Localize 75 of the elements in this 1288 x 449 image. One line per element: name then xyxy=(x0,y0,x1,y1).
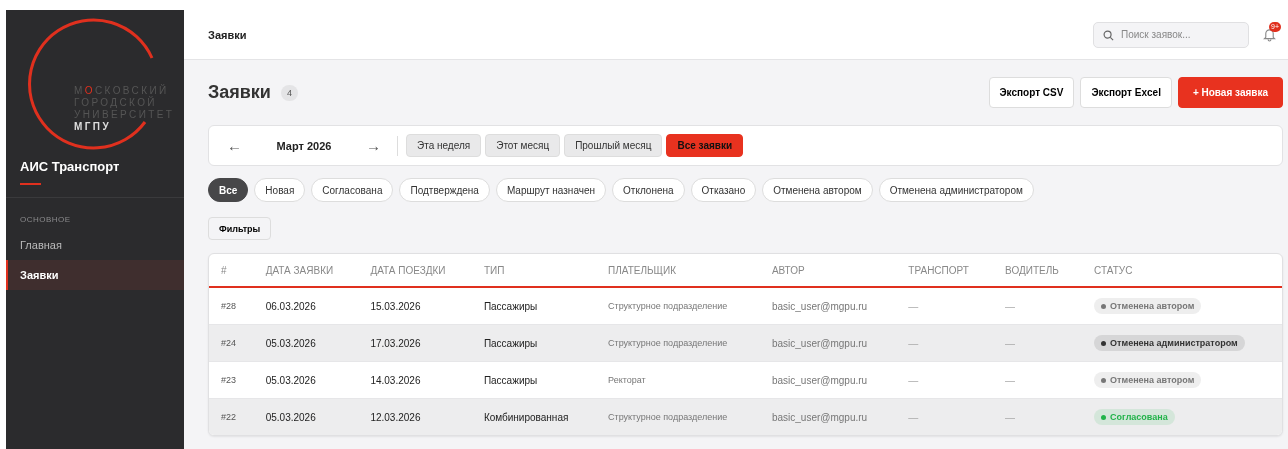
logo-text: МГПУ xyxy=(74,121,112,133)
table-cell: 05.03.2026 xyxy=(265,411,316,423)
status-badge: Отменена автором xyxy=(1094,372,1202,388)
next-button[interactable]: → xyxy=(358,137,389,154)
status-filter-chip[interactable]: Новая xyxy=(254,178,306,202)
table-cell: Пассажиры xyxy=(483,374,538,386)
export-button[interactable]: Экспорт CSV xyxy=(988,77,1075,108)
table-cell: #22 xyxy=(221,412,237,422)
status-filter-chip[interactable]: Согласована xyxy=(311,178,394,202)
table-cell: — xyxy=(908,300,919,312)
table-cell: Пассажиры xyxy=(483,300,538,312)
table-cell: #23 xyxy=(221,375,237,385)
table-cell: Комбинированная xyxy=(483,411,569,423)
table-cell: basic_user@mgpu.ru xyxy=(771,337,868,349)
column-header: ДАТА ПОЕЗДКИ xyxy=(358,254,472,287)
table-cell: Ректорат xyxy=(608,375,646,385)
column-header: ДАТА ЗАЯВКИ xyxy=(253,254,359,287)
status-badge: Отменена автором xyxy=(1094,298,1202,314)
table-cell: — xyxy=(908,337,919,349)
range-button[interactable]: Прошлый месяц xyxy=(564,134,663,157)
count-badge: 4 xyxy=(280,84,298,101)
new-request-button[interactable]: + Новая заявка xyxy=(1177,77,1283,108)
page-title: Заявки xyxy=(208,28,247,41)
nav-item[interactable]: Заявки xyxy=(6,260,184,290)
range-button[interactable]: Этот месяц xyxy=(485,134,561,157)
status-filter-chip[interactable]: Отказано xyxy=(690,178,757,202)
range-button[interactable]: Эта неделя xyxy=(406,134,482,157)
month-label: Март 2026 xyxy=(275,139,333,152)
table-cell: Пассажиры xyxy=(483,337,538,349)
status-badge: Отменена администратором xyxy=(1094,335,1245,351)
status-filter-chip[interactable]: Маршрут назначен xyxy=(495,178,607,202)
status-filter-chip[interactable]: Отклонена xyxy=(612,178,685,202)
column-header: СТАТУС xyxy=(1082,254,1282,287)
table-cell: #28 xyxy=(221,301,237,311)
page-heading: Заявки xyxy=(208,82,271,103)
column-header: # xyxy=(209,254,254,287)
table-cell: basic_user@mgpu.ru xyxy=(771,300,868,312)
status-filter-chip[interactable]: Все xyxy=(208,178,249,202)
table-cell: 12.03.2026 xyxy=(370,411,421,423)
table-cell: 05.03.2026 xyxy=(265,374,316,386)
table-cell: 14.03.2026 xyxy=(370,374,421,386)
table-cell: #24 xyxy=(221,338,237,348)
table-cell: Структурное подразделение xyxy=(608,338,728,348)
nav-item[interactable]: Главная xyxy=(6,230,184,260)
table-cell: basic_user@mgpu.ru xyxy=(771,374,868,386)
table-cell: 17.03.2026 xyxy=(370,337,421,349)
app-title: АИС Транспорт xyxy=(20,159,121,174)
range-button[interactable]: Все заявки xyxy=(666,134,744,157)
status-filter-chip[interactable]: Отменена автором xyxy=(762,178,873,202)
search-field[interactable]: Поиск заявок... xyxy=(1093,21,1249,48)
previous-button[interactable]: ← xyxy=(219,137,250,154)
column-header: ТРАНСПОРТ xyxy=(896,254,994,287)
table-cell: Структурное подразделение xyxy=(608,412,728,422)
table-cell: basic_user@mgpu.ru xyxy=(771,411,868,423)
column-header: ВОДИТЕЛЬ xyxy=(993,254,1083,287)
bell-icon[interactable] xyxy=(1263,27,1276,42)
section-label: ОСНОВНОЕ xyxy=(20,215,72,224)
table-cell: — xyxy=(908,374,919,386)
status-filter-chip[interactable]: Подтверждена xyxy=(399,178,490,202)
table-cell: 05.03.2026 xyxy=(265,337,316,349)
table-cell: Структурное подразделение xyxy=(608,301,728,311)
export-button[interactable]: Экспорт Excel xyxy=(1080,77,1172,108)
column-header: ПЛАТЕЛЬЩИК xyxy=(596,254,760,287)
table-cell: — xyxy=(1005,411,1016,423)
status-badge: Согласована xyxy=(1094,409,1175,425)
table-cell: — xyxy=(1005,300,1016,312)
table-cell: 15.03.2026 xyxy=(370,300,421,312)
column-header: АВТОР xyxy=(759,254,897,287)
table-cell: — xyxy=(1005,374,1016,386)
filters-button[interactable]: Фильтры xyxy=(208,217,272,240)
table-cell: 06.03.2026 xyxy=(265,300,316,312)
status-filter-chip[interactable]: Отменена администратором xyxy=(878,178,1034,202)
column-header: ТИП xyxy=(471,254,597,287)
table-cell: — xyxy=(1005,337,1016,349)
table-cell: — xyxy=(908,411,919,423)
